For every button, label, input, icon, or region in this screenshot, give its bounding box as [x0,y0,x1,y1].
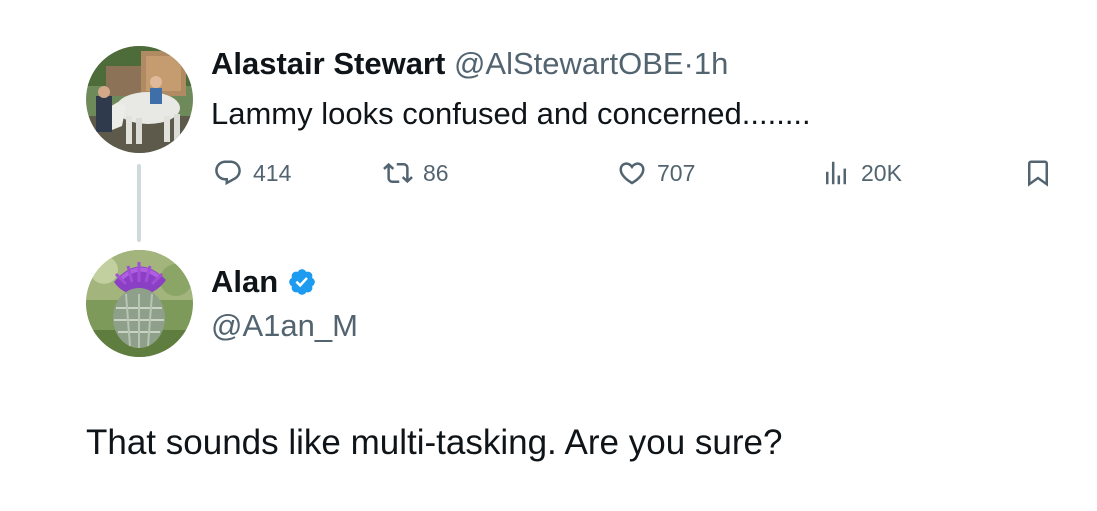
like-button[interactable]: 707 [617,155,695,191]
tweet-actions-bar: 414 86 707 20K [211,155,1056,191]
views-button[interactable]: 20K [821,155,902,191]
reply-button[interactable]: 414 [213,155,291,191]
heart-icon [617,158,647,188]
author-handle[interactable]: @AlStewartOBE [454,46,684,81]
reply-author-handle[interactable]: @A1an_M [211,306,358,346]
author-avatar[interactable] [86,46,193,153]
views-icon [821,158,851,188]
reply-count: 414 [253,159,292,186]
header-separator: · [683,46,694,81]
verified-badge-icon [287,267,317,297]
reply-author-avatar[interactable] [86,250,193,357]
retweet-icon [383,158,413,188]
tweet-timestamp[interactable]: 1h [694,46,728,81]
retweet-count: 86 [423,159,449,186]
like-count: 707 [657,159,696,186]
view-count: 20K [861,159,902,186]
thread-connector-line [137,164,141,242]
retweet-button[interactable]: 86 [383,155,449,191]
reply-tweet-text: That sounds like multi-tasking. Are you … [86,423,783,462]
tweet-header: Alastair Stewart @AlStewartOBE·1h [211,44,728,84]
tweet-text: Lammy looks confused and concerned......… [211,96,811,131]
bookmark-button[interactable] [1023,155,1053,191]
reply-icon [213,158,243,188]
reply-author-header: Alan [211,262,317,302]
reply-author-name[interactable]: Alan [211,262,278,302]
author-name[interactable]: Alastair Stewart [211,46,445,81]
bookmark-icon [1023,158,1053,188]
